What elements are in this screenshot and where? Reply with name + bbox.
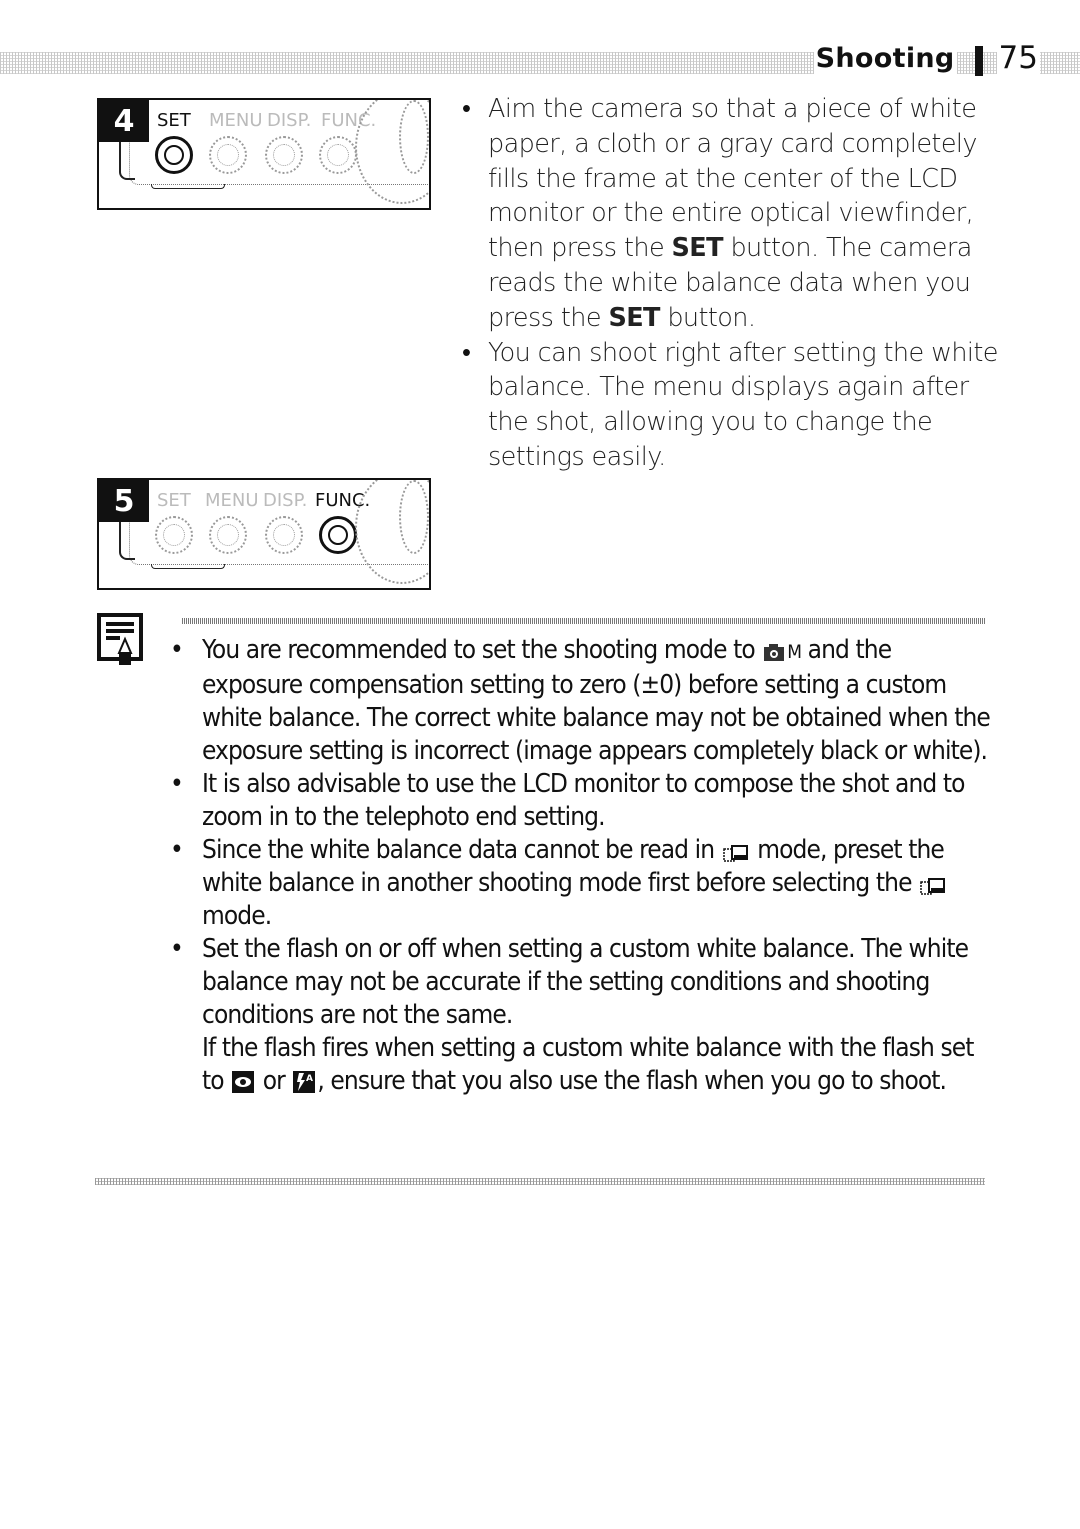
instruction-text: button.: [659, 302, 756, 333]
camera-foot: [151, 184, 225, 189]
note-item: Set the flash on or off when setting a c…: [170, 933, 990, 1032]
note-item: It is also advisable to use the LCD moni…: [170, 768, 990, 834]
step-number: 5: [99, 480, 149, 522]
set-term: SET: [671, 233, 724, 264]
step-4-diagram: 4 SET MENU DISP. FUNC.: [97, 98, 431, 210]
note-text: Since the white balance data cannot be r…: [202, 835, 721, 865]
instruction-item: Aim the camera so that a piece of white …: [462, 92, 1002, 336]
button-label-menu: MENU: [209, 110, 263, 131]
note-text: You are recommended to set the shooting …: [202, 635, 762, 665]
set-button: [155, 516, 193, 554]
note-text: or: [256, 1066, 292, 1096]
camera-manual-mode-icon: [764, 644, 785, 661]
auto-flash-icon: A: [293, 1071, 316, 1093]
notes-list: You are recommended to set the shooting …: [170, 634, 991, 1098]
disp-button: [265, 516, 303, 554]
note-item: You are recommended to set the shooting …: [170, 634, 991, 768]
step-5-diagram: 5 SET MENU DISP. FUNC.: [97, 478, 431, 590]
note-top-rule: [182, 618, 986, 624]
camera-grip: [119, 140, 135, 180]
camera-foot: [151, 564, 225, 569]
instruction-item: You can shoot right after setting the wh…: [462, 336, 1002, 475]
menu-button: [209, 136, 247, 174]
svg-text:A: A: [306, 1074, 313, 1084]
button-label-disp: DISP.: [263, 490, 308, 511]
mode-suffix: M: [787, 641, 802, 663]
step-number: 4: [99, 100, 149, 142]
note-text: Set the flash on or off when setting a c…: [202, 934, 969, 1030]
memo-pencil-icon: [97, 613, 143, 665]
dial-detail: [399, 100, 429, 174]
note-text: It is also advisable to use the LCD moni…: [202, 769, 965, 832]
page-number: 75: [996, 40, 1040, 76]
disp-button: [265, 136, 303, 174]
note-item-continued: If the flash fires when setting a custom…: [170, 1032, 990, 1098]
page-header: Shooting 75: [813, 38, 1040, 78]
note-item: Since the white balance data cannot be r…: [170, 834, 990, 933]
set-term: SET: [608, 302, 660, 333]
menu-button: [209, 516, 247, 554]
set-button-highlighted: [155, 136, 193, 174]
button-label-menu: MENU: [205, 490, 259, 511]
instruction-text: You can shoot right after setting the wh…: [488, 337, 998, 472]
dial-detail: [399, 480, 429, 554]
note-bottom-rule: [95, 1178, 985, 1185]
button-label-set: SET: [157, 490, 191, 511]
section-title: Shooting: [813, 42, 957, 74]
note-text: mode.: [202, 901, 272, 931]
note-text: , ensure that you also use the flash whe…: [317, 1066, 947, 1096]
stitch-assist-mode-icon: [920, 878, 946, 895]
button-label-set: SET: [157, 110, 191, 131]
func-button: [319, 136, 357, 174]
func-button-highlighted: [319, 516, 357, 554]
button-label-disp: DISP.: [267, 110, 312, 131]
stitch-assist-mode-icon: [722, 845, 748, 862]
red-eye-reduction-icon: [232, 1071, 255, 1093]
instructions-list: Aim the camera so that a piece of white …: [462, 92, 1002, 475]
camera-grip: [119, 520, 135, 560]
header-divider: [974, 46, 983, 76]
